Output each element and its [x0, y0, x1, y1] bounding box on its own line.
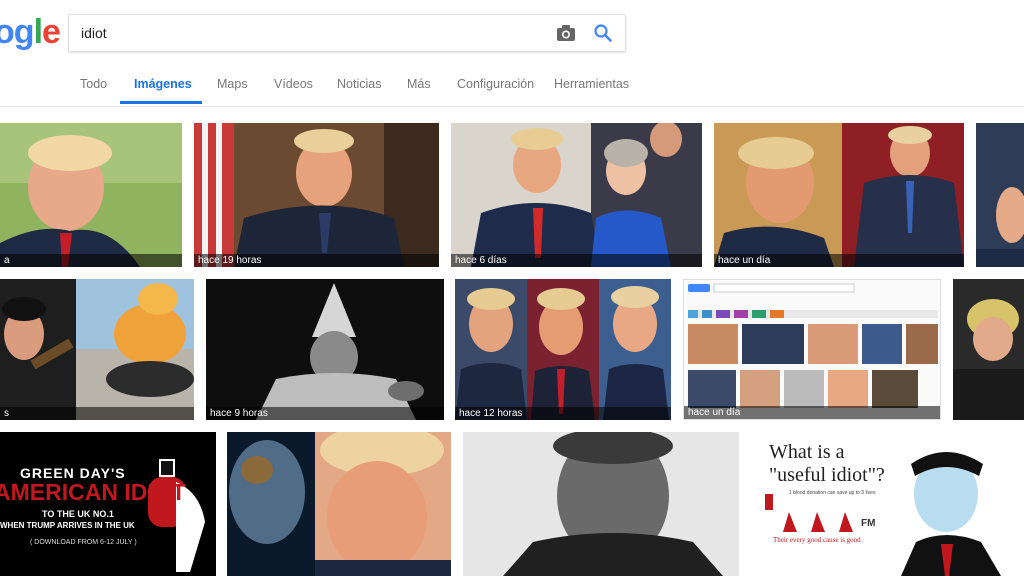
result-caption: hace un día: [684, 406, 940, 419]
google-logo[interactable]: ogle: [0, 12, 61, 52]
fm-label: FM: [861, 518, 876, 529]
image-result[interactable]: What is a "useful idiot"? 1 blood donati…: [751, 432, 1024, 576]
image-result[interactable]: [976, 123, 1024, 267]
trump-collage: [714, 123, 964, 267]
image-result[interactable]: hace 19 horas: [194, 123, 439, 267]
tab-noticias[interactable]: Noticias: [337, 77, 381, 91]
image-result[interactable]: GREEN DAY'S AMERICAN IDIOT TO THE UK NO.…: [0, 432, 216, 576]
tab-herramientas[interactable]: Herramientas: [554, 77, 629, 91]
poster-line-5: ( DOWNLOAD FROM 6-12 JULY ): [30, 539, 137, 546]
image-result[interactable]: hace 6 días: [451, 123, 702, 267]
image-result[interactable]: [953, 279, 1024, 420]
result-caption: hace un día: [714, 254, 964, 267]
result-caption: hace 9 horas: [206, 407, 444, 420]
search-results-screenshot: [684, 280, 940, 419]
tab-mas[interactable]: Más: [407, 77, 431, 91]
search-box[interactable]: [68, 14, 626, 52]
tab-imagenes[interactable]: Imágenes: [134, 77, 192, 91]
result-caption: hace 19 horas: [194, 254, 439, 267]
header: ogle Todo Imágenes Maps Vídeos Noticias …: [0, 0, 1024, 107]
image-result[interactable]: [463, 432, 739, 576]
image-result[interactable]: hace 12 horas: [455, 279, 671, 420]
de-niro-portrait: [463, 432, 739, 576]
result-caption: a: [0, 254, 182, 267]
image-result[interactable]: [227, 432, 451, 576]
result-caption: hace 6 días: [451, 254, 702, 267]
poster-line-2: AMERICAN IDIOT: [0, 479, 186, 505]
tab-maps[interactable]: Maps: [217, 77, 248, 91]
image-result[interactable]: hace 9 horas: [206, 279, 444, 420]
tab-todo[interactable]: Todo: [80, 77, 107, 91]
green-day-baby-balloon: [0, 279, 194, 420]
trump-triptych: [455, 279, 671, 420]
trump-photo: [0, 123, 182, 267]
useful-tagline: Their every good cause is good: [773, 536, 861, 544]
search-icon[interactable]: [593, 23, 613, 48]
image-result[interactable]: a: [0, 123, 182, 267]
xray-and-trump: [227, 432, 451, 576]
trump-may-photo: [451, 123, 702, 267]
poster-line-3: TO THE UK NO.1: [42, 509, 114, 519]
partial-photo: [953, 279, 1024, 420]
result-caption: s: [0, 407, 194, 420]
camera-icon[interactable]: [556, 24, 576, 47]
poster-line-4: WHEN TRUMP ARRIVES IN THE UK: [0, 521, 135, 530]
image-result[interactable]: hace un día: [683, 279, 941, 420]
dunce-cap-photo: [206, 279, 444, 420]
image-result[interactable]: s: [0, 279, 194, 420]
vampire-illustration: [765, 452, 1001, 576]
search-input[interactable]: [81, 23, 521, 43]
partial-photo: [976, 123, 1024, 267]
active-tab-indicator: [120, 101, 202, 104]
image-result[interactable]: hace un día: [714, 123, 964, 267]
trump-photo: [194, 123, 439, 267]
tab-videos[interactable]: Vídeos: [274, 77, 313, 91]
result-caption: hace 12 horas: [455, 407, 671, 420]
tab-configuracion[interactable]: Configuración: [457, 77, 534, 91]
